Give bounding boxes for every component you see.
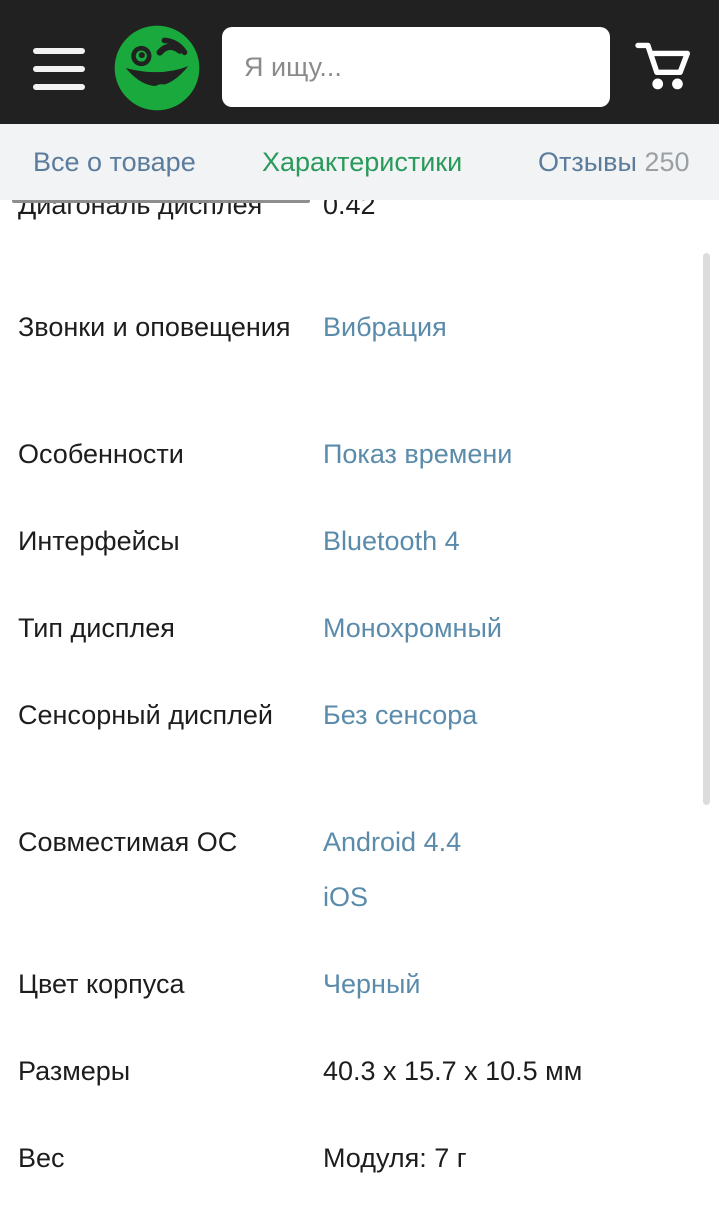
tab-reviews-count: 250 [644, 147, 690, 177]
spec-value-line[interactable]: Вибрация [323, 308, 683, 346]
product-specifications-screen: Диагональ дисплея 0.42 Звонки и оповещен… [0, 0, 719, 1217]
hamburger-menu-icon[interactable] [31, 45, 87, 95]
hamburger-bar [33, 48, 85, 54]
spec-label: Совместимая ОС [18, 823, 298, 861]
spec-value-line: Модуля: 7 г [323, 1143, 467, 1173]
spec-value[interactable]: Показ времени [323, 435, 683, 473]
spec-label: Звонки и оповещения [18, 308, 298, 346]
spec-label: Цвет корпуса [18, 965, 298, 1003]
tab-specifications[interactable]: Характеристики [262, 124, 462, 200]
spec-value[interactable]: Bluetooth 4 [323, 522, 683, 560]
spec-label-line: Размеры [18, 1056, 131, 1086]
spec-label-line: Совместимая ОС [18, 827, 238, 857]
spec-label-line: оповещения [135, 312, 291, 342]
spec-value-line[interactable]: Черный [323, 965, 683, 1003]
spec-label-line: Цвет корпуса [18, 969, 185, 999]
spec-label: Особенности [18, 435, 298, 473]
spec-value-line[interactable]: Android 4.4 [323, 823, 683, 861]
tab-reviews[interactable]: Отзывы 250 [538, 124, 689, 200]
spec-label: Тип дисплея [18, 609, 298, 647]
spec-label: Интерфейсы [18, 522, 298, 560]
spec-value[interactable]: Монохромный [323, 609, 683, 647]
spec-value-line[interactable]: Монохромный [323, 609, 683, 647]
spec-value[interactable]: Без сенсора [323, 696, 683, 734]
spec-label-line: Вес [18, 1143, 65, 1173]
spec-value-line[interactable]: Без сенсора [323, 696, 683, 734]
spec-value-line: 40.3 x 15.7 x 10.5 мм [323, 1056, 583, 1086]
spec-label-line: Интерфейсы [18, 526, 180, 556]
search-input[interactable] [222, 27, 610, 107]
vertical-scrollbar-thumb[interactable] [703, 253, 710, 805]
spec-value[interactable]: Вибрация [323, 308, 683, 346]
spec-label-line: Тип дисплея [18, 613, 175, 643]
hamburger-bar [33, 66, 85, 72]
product-tabs: Все о товаре Характеристики Отзывы 250 [0, 124, 719, 200]
spec-value[interactable]: Черный [323, 965, 683, 1003]
spec-label: Размеры [18, 1052, 298, 1090]
spec-value: 40.3 x 15.7 x 10.5 мм [323, 1052, 683, 1090]
search-box[interactable] [222, 27, 610, 107]
svyaznoy-smiley-logo-icon[interactable] [111, 22, 203, 114]
spec-label: Вес [18, 1139, 298, 1177]
spec-label-line: Сенсорный [18, 700, 161, 730]
hamburger-bar [33, 84, 85, 90]
spec-label-line: Особенности [18, 439, 184, 469]
spec-value[interactable]: Android 4.4 iOS [323, 823, 683, 916]
spec-value-line[interactable]: iOS [323, 878, 683, 916]
specifications-list: Диагональ дисплея 0.42 Звонки и оповещен… [0, 186, 719, 1217]
spec-label-line: дисплей [168, 700, 273, 730]
spec-value: Модуля: 7 г [323, 1139, 683, 1177]
tab-reviews-label: Отзывы [538, 147, 637, 177]
spec-value-line[interactable]: Показ времени [323, 435, 683, 473]
spec-value-line[interactable]: Bluetooth 4 [323, 522, 683, 560]
tab-all-about-product[interactable]: Все о товаре [33, 124, 196, 200]
spec-label: Сенсорный дисплей [18, 696, 298, 734]
shopping-cart-icon[interactable] [635, 40, 693, 92]
spec-label-line: Звонки и [18, 312, 128, 342]
site-header [0, 0, 719, 124]
